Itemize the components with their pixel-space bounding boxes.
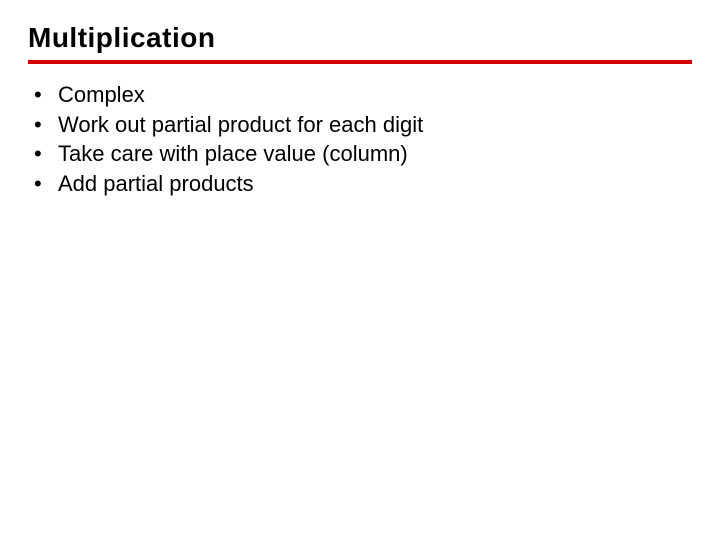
bullet-icon: •: [34, 80, 58, 110]
list-item-text: Add partial products: [58, 169, 692, 199]
slide-title: Multiplication: [28, 22, 692, 54]
list-item-text: Take care with place value (column): [58, 139, 692, 169]
bullet-icon: •: [34, 169, 58, 199]
bullet-icon: •: [34, 110, 58, 140]
list-item: • Work out partial product for each digi…: [34, 110, 692, 140]
list-item-text: Work out partial product for each digit: [58, 110, 692, 140]
slide: Multiplication • Complex • Work out part…: [0, 0, 720, 540]
list-item: • Complex: [34, 80, 692, 110]
title-underline: [28, 60, 692, 64]
list-item: • Take care with place value (column): [34, 139, 692, 169]
bullet-list: • Complex • Work out partial product for…: [34, 80, 692, 199]
list-item-text: Complex: [58, 80, 692, 110]
list-item: • Add partial products: [34, 169, 692, 199]
bullet-icon: •: [34, 139, 58, 169]
